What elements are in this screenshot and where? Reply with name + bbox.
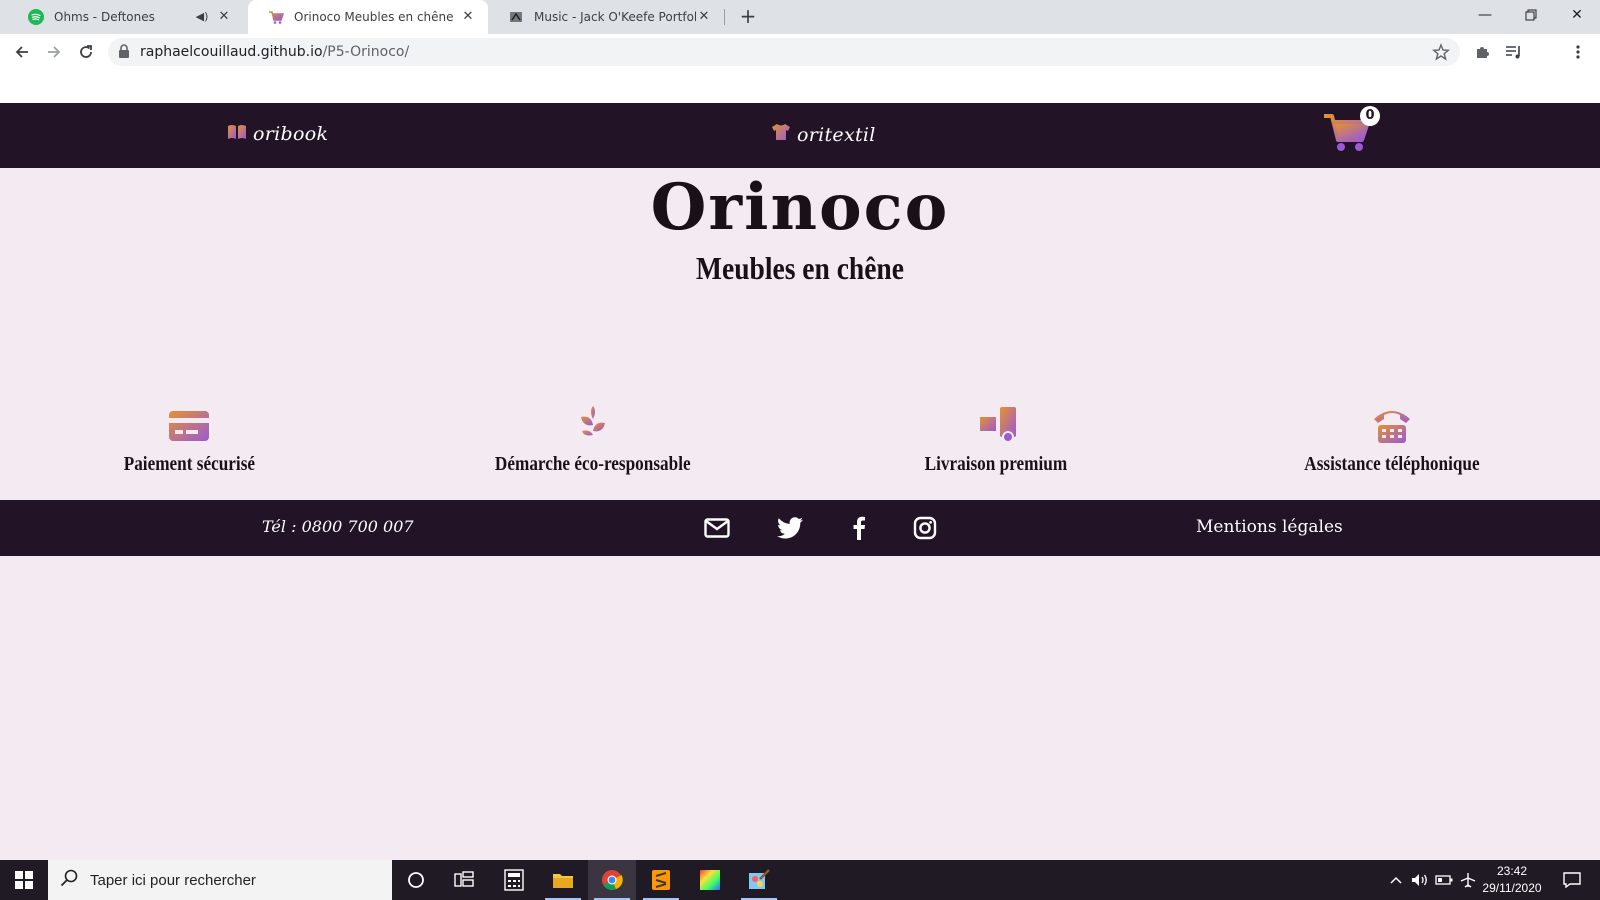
legal-notice-link[interactable]: Mentions légales <box>1196 517 1343 537</box>
credit-card-icon <box>169 411 209 441</box>
clock-time: 23:42 <box>1496 864 1528 878</box>
tab-separator <box>724 9 725 25</box>
reload-icon[interactable] <box>74 40 98 64</box>
browser-menu-icon[interactable] <box>1566 40 1590 64</box>
search-placeholder: Taper ici pour rechercher <box>90 871 256 889</box>
spotify-icon <box>28 9 44 25</box>
feature-label: Assistance téléphonique <box>1304 453 1480 475</box>
cortana-icon[interactable] <box>392 860 440 900</box>
tab-title: Orinoco Meubles en chêne <box>294 10 454 24</box>
nav-link-oribook[interactable]: oribook <box>227 123 328 145</box>
forward-icon[interactable] <box>42 40 66 64</box>
url-path: /P5-Orinoco/ <box>322 44 410 60</box>
show-hidden-icons-chevron-icon[interactable] <box>1384 860 1408 900</box>
music-favicon-icon <box>508 9 524 25</box>
feature-phone-support: Assistance téléphonique <box>1242 405 1542 476</box>
calculator-icon[interactable] <box>490 860 538 900</box>
url-text: raphaelcouillaud.github.io/P5-Orinoco/ <box>140 44 409 60</box>
paint-app-icon[interactable] <box>735 860 783 900</box>
url-host: raphaelcouillaud.github.io <box>140 44 323 60</box>
close-window-icon[interactable]: ✕ <box>1554 0 1600 30</box>
close-tab-icon[interactable]: ✕ <box>696 9 712 25</box>
tab-title: Ohms - Deftones <box>54 10 155 24</box>
clock-date: 29/11/2020 <box>1482 881 1542 895</box>
volume-icon[interactable] <box>1408 860 1432 900</box>
feature-label: Paiement sécurisé <box>123 453 255 475</box>
nav-link-label: oritextil <box>797 123 876 146</box>
chrome-icon[interactable] <box>588 860 636 900</box>
leaf-icon <box>581 406 605 443</box>
media-queue-icon[interactable] <box>1502 40 1526 64</box>
feature-eco-responsible: Démarche éco-responsable <box>443 405 743 476</box>
tshirt-icon <box>771 123 791 146</box>
back-icon[interactable] <box>10 40 34 64</box>
windows-start-icon[interactable] <box>0 860 48 900</box>
task-view-icon[interactable] <box>440 860 488 900</box>
site-tagline: Meubles en chêne <box>696 250 904 286</box>
delivery-truck-icon <box>976 407 1016 443</box>
close-tab-icon[interactable]: ✕ <box>460 9 476 25</box>
facebook-icon[interactable] <box>846 515 872 541</box>
footer-phone: Tél : 0800 700 007 <box>262 517 414 536</box>
cart-favicon-icon <box>268 9 284 25</box>
nav-link-oritextil[interactable]: oritextil <box>771 123 876 146</box>
extensions-puzzle-icon[interactable] <box>1470 40 1494 64</box>
battery-icon[interactable] <box>1432 860 1456 900</box>
color-picker-icon[interactable] <box>686 860 734 900</box>
browser-toolbar: raphaelcouillaud.github.io/P5-Orinoco/ <box>0 34 1600 70</box>
tab-orinoco[interactable]: Orinoco Meubles en chêne ✕ <box>248 0 488 34</box>
cart-count-badge: 0 <box>1360 106 1380 126</box>
file-explorer-icon[interactable] <box>539 860 587 900</box>
tab-spotify[interactable]: Ohms - Deftones ◀︎) ✕ <box>8 0 244 34</box>
twitter-icon[interactable] <box>777 515 803 541</box>
new-tab-button[interactable]: + <box>736 5 760 29</box>
tab-music-portfolio[interactable]: Music - Jack O'Keefe Portfolio ✕ <box>488 0 724 34</box>
browser-tab-bar: Ohms - Deftones ◀︎) ✕ Orinoco Meubles en… <box>0 0 1600 34</box>
book-icon <box>227 123 247 145</box>
feature-secure-payment: Paiement sécurisé <box>39 405 339 476</box>
feature-label: Démarche éco-responsable <box>495 453 691 475</box>
taskbar-clock[interactable]: 23:42 29/11/2020 <box>1472 863 1552 897</box>
restore-icon[interactable] <box>1508 0 1554 30</box>
instagram-icon[interactable] <box>912 515 938 541</box>
minimize-icon[interactable]: — <box>1462 0 1508 30</box>
search-icon <box>60 869 78 891</box>
telephone-icon <box>1374 411 1410 443</box>
sublime-text-icon[interactable] <box>637 860 685 900</box>
close-tab-icon[interactable]: ✕ <box>216 9 232 25</box>
nav-link-label: oribook <box>253 123 329 145</box>
speaker-icon[interactable]: ◀︎) <box>194 9 210 25</box>
address-bar[interactable]: raphaelcouillaud.github.io/P5-Orinoco/ <box>108 38 1460 66</box>
feature-premium-delivery: Livraison premium <box>846 405 1146 476</box>
mail-icon[interactable] <box>704 515 730 541</box>
site-brand-title: Orinoco <box>650 170 950 245</box>
site-footer: Tél : 0800 700 007 Mentions légales <box>0 500 1600 556</box>
lock-icon <box>118 43 130 62</box>
notifications-icon[interactable] <box>1554 860 1590 900</box>
page-top-spacer <box>0 70 1600 103</box>
bookmark-star-icon[interactable] <box>1431 43 1451 61</box>
tab-title: Music - Jack O'Keefe Portfolio <box>534 10 696 24</box>
taskbar-search-input[interactable]: Taper ici pour rechercher <box>48 860 392 900</box>
feature-label: Livraison premium <box>924 453 1068 475</box>
windows-taskbar: Taper ici pour rechercher 23:42 29/11/20… <box>0 860 1600 900</box>
